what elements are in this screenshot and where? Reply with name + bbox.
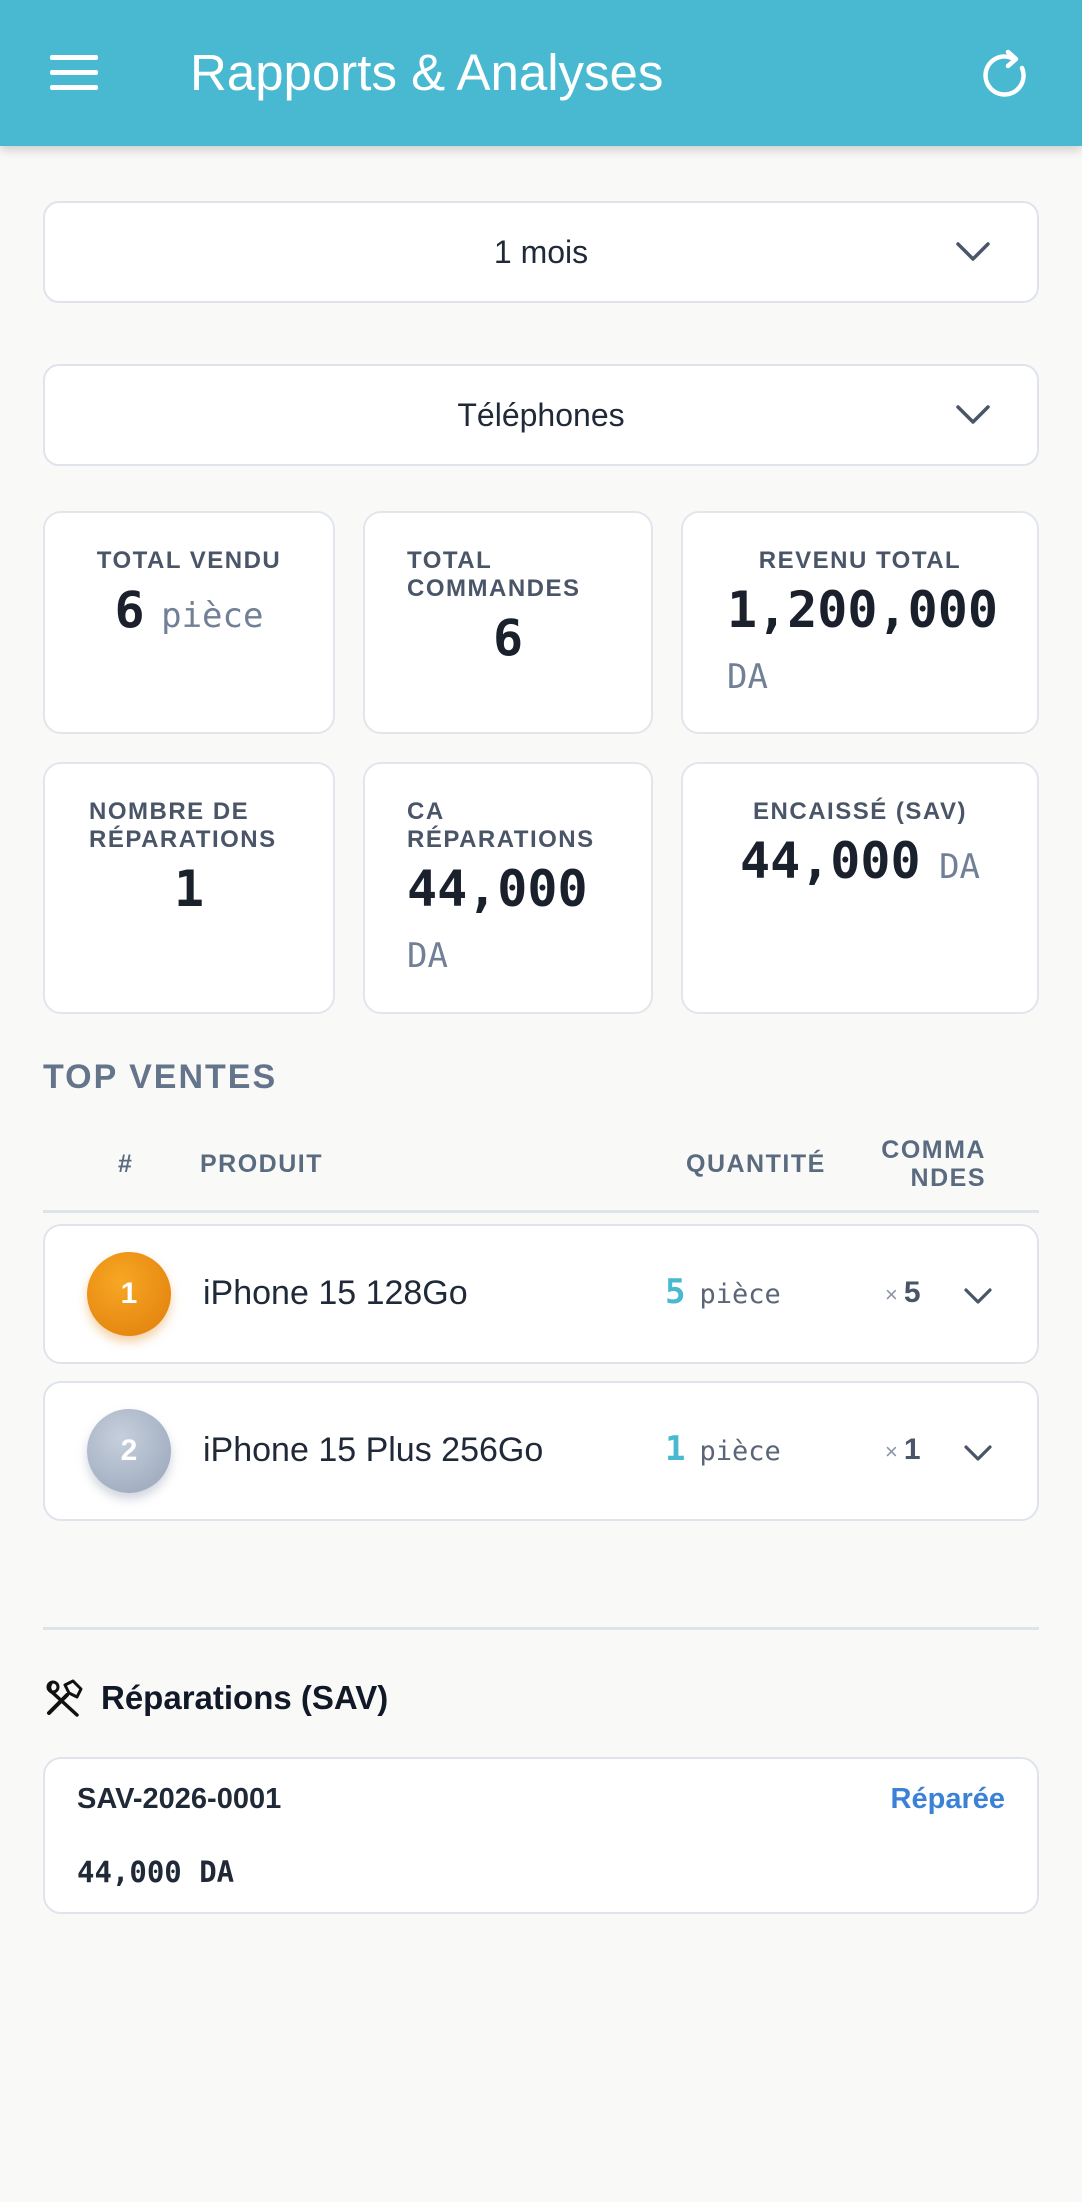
stat-value: 44,000 [739,832,921,890]
refresh-icon [983,49,1026,97]
rank-badge-gold: 1 [87,1252,171,1336]
refresh-button[interactable] [970,40,1042,112]
stat-value: 1 [173,860,205,918]
orders-value: 5 [903,1276,921,1309]
quantity-value: 5 [665,1272,686,1312]
chevron-down-icon [956,242,990,261]
stat-label: TOTAL VENDU [96,547,282,574]
stat-card-total-orders: TOTAL COMMANDES 6 [363,511,653,734]
times-sign: × [885,1282,898,1307]
table-row[interactable]: 2 iPhone 15 Plus 256Go 1 pièce × 1 [43,1381,1039,1521]
repair-card[interactable]: SAV-2026-0001 Réparée 44,000 DA [43,1757,1039,1914]
repair-id: SAV-2026-0001 [77,1783,282,1815]
column-header-orders: COMMA NDES [881,1136,986,1192]
app-bar: Rapports & Analyses [0,0,1082,146]
stat-card-repairs-count: NOMBRE DE RÉPARATIONS 1 [43,762,335,1014]
times-sign: × [885,1439,898,1464]
menu-button[interactable] [36,40,112,106]
period-select[interactable]: 1 mois [43,201,1039,303]
stat-unit: DA [727,657,768,697]
quantity-unit: pièce [699,1279,781,1310]
chevron-down-icon[interactable] [963,1443,993,1463]
orders-cell: × 5 [885,1276,921,1310]
stat-label: CA RÉPARATIONS [407,798,595,853]
repairs-header: Réparations (SAV) [43,1678,388,1718]
column-header-quantity: QUANTITÉ [686,1150,826,1178]
stat-label: NOMBRE DE RÉPARATIONS [89,798,277,853]
period-select-value: 1 mois [493,233,589,270]
stat-value: 6 [114,581,145,639]
stat-card-total-revenue: REVENU TOTAL 1,200,000 DA [681,511,1039,734]
repair-amount: 44,000 DA [77,1855,235,1889]
rank-badge-silver: 2 [87,1409,171,1493]
stat-card-total-sold: TOTAL VENDU 6 pièce [43,511,335,734]
stat-card-collected-sav: ENCAISSÉ (SAV) 44,000 DA [681,762,1039,1014]
top-sales-title: TOP VENTES [43,1058,278,1096]
stat-unit: DA [939,847,981,887]
category-select[interactable]: Téléphones [43,364,1039,466]
column-header-rank: # [118,1150,134,1178]
product-name: iPhone 15 Plus 256Go [203,1431,544,1469]
stat-value: 6 [492,609,524,667]
chevron-down-icon[interactable] [963,1286,993,1306]
quantity-cell: 5 pièce [665,1272,781,1312]
stat-value: 44,000 [407,860,588,918]
section-divider [43,1627,1039,1630]
column-header-product: PRODUIT [200,1150,323,1178]
tools-icon [46,1679,83,1717]
chevron-down-icon [956,405,990,424]
stat-unit: DA [407,936,448,976]
quantity-unit: pièce [699,1436,781,1467]
table-header-divider [43,1210,1039,1213]
orders-cell: × 1 [885,1433,921,1467]
stat-label: TOTAL COMMANDES [407,547,581,602]
menu-icon [50,55,98,90]
stat-value: 1,200,000 [727,581,998,639]
quantity-value: 1 [665,1429,686,1469]
quantity-cell: 1 pièce [665,1429,781,1469]
orders-value: 1 [903,1433,921,1466]
repairs-title: Réparations (SAV) [101,1679,389,1716]
category-select-value: Téléphones [457,396,625,433]
repair-status: Réparée [890,1783,1005,1815]
stat-label: REVENU TOTAL [758,547,962,574]
stat-label: ENCAISSÉ (SAV) [753,798,967,825]
table-row[interactable]: 1 iPhone 15 128Go 5 pièce × 5 [43,1224,1039,1364]
stat-unit: pièce [161,596,264,636]
product-name: iPhone 15 128Go [203,1274,468,1312]
page-title: Rapports & Analyses [190,44,664,101]
stat-card-repairs-revenue: CA RÉPARATIONS 44,000 DA [363,762,653,1014]
